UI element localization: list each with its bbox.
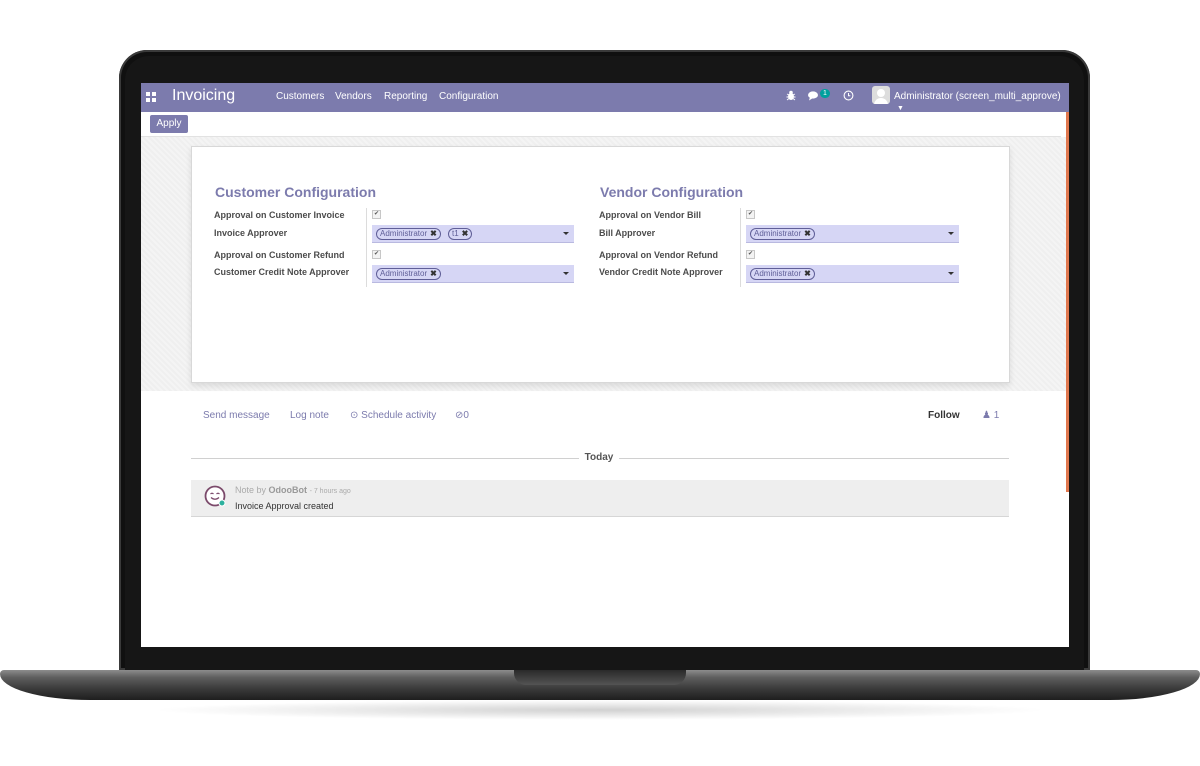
schedule-activity-label: Schedule activity — [361, 410, 437, 421]
log-note-button[interactable]: Log note — [290, 410, 329, 421]
menu-reporting[interactable]: Reporting — [384, 91, 427, 102]
scroll-accent — [1066, 112, 1069, 492]
follow-button[interactable]: Follow — [928, 410, 960, 421]
menu-customers[interactable]: Customers — [276, 91, 324, 102]
dropdown-caret-icon[interactable] — [563, 232, 569, 235]
customer-config-title: Customer Configuration — [215, 184, 376, 200]
tag-administrator: Administrator ✖ — [376, 268, 441, 280]
message-prefix: Note by — [235, 485, 267, 495]
laptop-notch — [514, 670, 686, 685]
followers-count: 1 — [993, 410, 1000, 421]
approval-vendor-bill-label: Approval on Vendor Bill — [599, 210, 702, 220]
message-header: Note by OdooBot - 7 hours ago — [235, 485, 351, 495]
followers-button[interactable]: ♟ 1 — [982, 410, 999, 421]
odoobot-avatar[interactable] — [204, 485, 226, 507]
vendor-config-title: Vendor Configuration — [600, 184, 744, 200]
app-title: Invoicing — [172, 87, 236, 104]
approval-customer-invoice-label: Approval on Customer Invoice — [214, 210, 345, 220]
tag-administrator: Administrator ✖ — [376, 228, 441, 240]
tag-t1: t1 ✖ — [448, 228, 473, 240]
user-icon: ♟ — [982, 410, 991, 421]
messages-badge: 1 — [820, 89, 830, 98]
vendor-credit-note-approver-field[interactable]: Administrator ✖ — [746, 265, 959, 283]
message-author[interactable]: OdooBot — [269, 485, 308, 495]
remove-tag-icon[interactable]: ✖ — [462, 229, 469, 238]
apply-button[interactable]: Apply — [150, 115, 188, 133]
caret-down-icon: ▼ — [897, 105, 904, 112]
label-divider — [740, 208, 741, 287]
user-avatar[interactable] — [872, 86, 890, 104]
clock-icon[interactable] — [843, 90, 854, 104]
user-menu[interactable]: Administrator (screen_multi_approve) ▼ — [894, 91, 1069, 113]
tag-administrator: Administrator ✖ — [750, 268, 815, 280]
message-item: Note by OdooBot - 7 hours ago Invoice Ap… — [191, 480, 1009, 517]
message-body: Invoice Approval created — [235, 501, 334, 511]
approval-customer-invoice-checkbox[interactable]: ✔ — [372, 210, 381, 219]
date-separator-label: Today — [584, 452, 614, 463]
message-time: - 7 hours ago — [309, 488, 351, 495]
tag-label: Administrator — [380, 269, 428, 278]
apps-icon[interactable] — [146, 92, 156, 102]
approval-vendor-refund-label: Approval on Vendor Refund — [599, 250, 719, 260]
bill-approver-field[interactable]: Administrator ✖ — [746, 225, 959, 243]
dropdown-caret-icon[interactable] — [563, 272, 569, 275]
user-name: Administrator (screen_multi_approve) — [894, 91, 1061, 102]
invoice-approver-label: Invoice Approver — [214, 228, 288, 238]
vendor-credit-note-approver-label: Vendor Credit Note Approver — [599, 267, 723, 277]
dropdown-caret-icon[interactable] — [948, 232, 954, 235]
remove-tag-icon[interactable]: ✖ — [804, 269, 811, 278]
bill-approver-label: Bill Approver — [599, 228, 656, 238]
schedule-activity-button[interactable]: ⊙ Schedule activity — [350, 410, 436, 421]
menu-vendors[interactable]: Vendors — [335, 91, 372, 102]
send-message-button[interactable]: Send message — [203, 410, 270, 421]
tag-label: Administrator — [380, 229, 428, 238]
tag-administrator: Administrator ✖ — [750, 228, 815, 240]
chat-icon[interactable] — [808, 91, 820, 104]
customer-credit-note-approver-field[interactable]: Administrator ✖ — [372, 265, 574, 283]
attachments-count: 0 — [463, 410, 469, 421]
approval-customer-refund-checkbox[interactable]: ✔ — [372, 250, 381, 259]
clock-icon: ⊙ — [350, 410, 359, 421]
dropdown-caret-icon[interactable] — [948, 272, 954, 275]
remove-tag-icon[interactable]: ✖ — [430, 269, 437, 278]
top-navbar: Invoicing Customers Vendors Reporting Co… — [141, 83, 1069, 112]
attachments-button[interactable]: ⊘0 — [455, 410, 469, 421]
screen: Invoicing Customers Vendors Reporting Co… — [141, 83, 1069, 647]
tag-label: Administrator — [754, 269, 802, 278]
approval-customer-refund-label: Approval on Customer Refund — [214, 250, 345, 260]
laptop-shadow — [150, 700, 1050, 720]
bug-icon[interactable] — [786, 90, 796, 104]
tag-label: t1 — [452, 229, 459, 238]
approval-vendor-refund-checkbox[interactable]: ✔ — [746, 250, 755, 259]
menu-configuration[interactable]: Configuration — [439, 91, 498, 102]
tag-label: Administrator — [754, 229, 802, 238]
date-separator-line — [191, 458, 579, 459]
form-sheet: Customer Configuration Approval on Custo… — [191, 146, 1010, 383]
remove-tag-icon[interactable]: ✖ — [430, 229, 437, 238]
date-separator-line — [619, 458, 1009, 459]
invoice-approver-field[interactable]: Administrator ✖ t1 ✖ — [372, 225, 574, 243]
label-divider — [366, 208, 367, 287]
approval-vendor-bill-checkbox[interactable]: ✔ — [746, 210, 755, 219]
remove-tag-icon[interactable]: ✖ — [804, 229, 811, 238]
customer-credit-note-approver-label: Customer Credit Note Approver — [214, 267, 350, 277]
